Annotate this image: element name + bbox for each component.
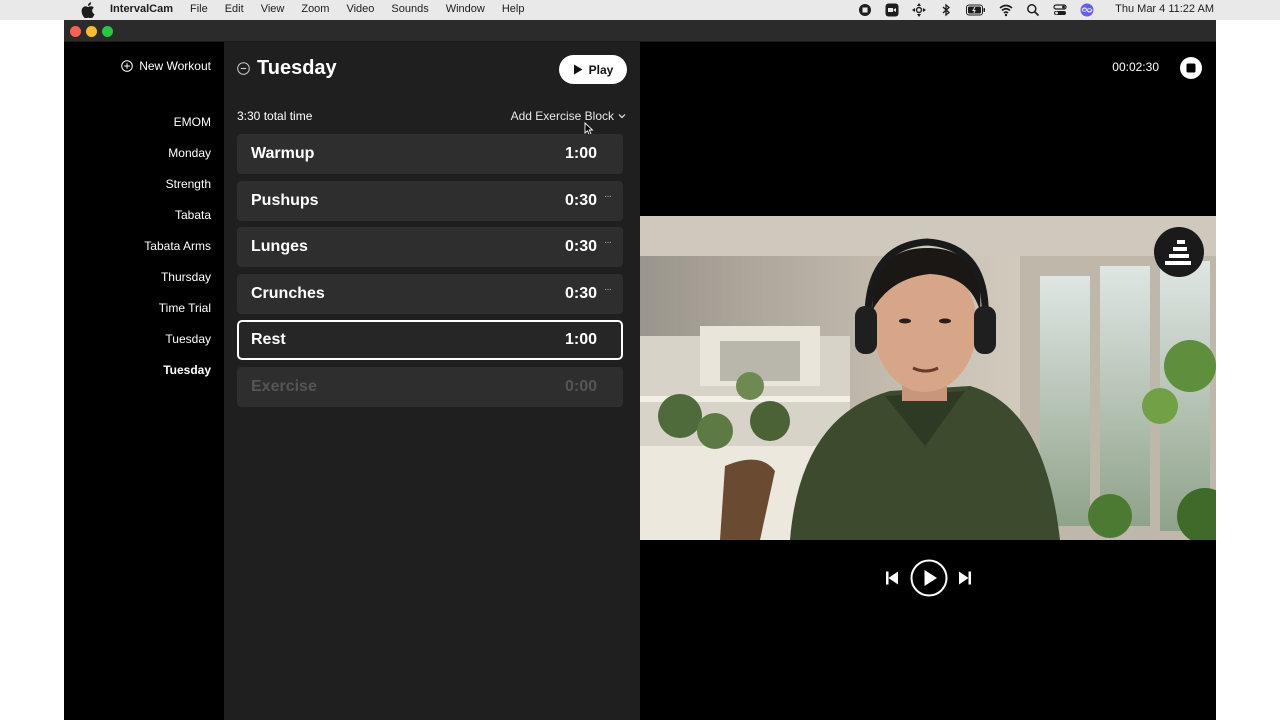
- menu-window[interactable]: Window: [446, 3, 485, 15]
- title-bar[interactable]: [64, 20, 1216, 42]
- editor-header: Tuesday: [237, 57, 337, 80]
- video-panel: 00:02:30: [640, 42, 1216, 720]
- exercise-block-lunges[interactable]: Lunges 0:30 ···: [237, 227, 623, 267]
- app-window: New Workout EMOM Monday Strength Tabata …: [64, 20, 1216, 720]
- block-name[interactable]: Warmup: [251, 145, 314, 163]
- sidebar-item-strength[interactable]: Strength: [144, 175, 211, 206]
- siri-icon[interactable]: [1080, 3, 1094, 17]
- stop-icon[interactable]: [1179, 56, 1203, 80]
- add-exercise-block-label: Add Exercise Block: [510, 109, 614, 123]
- play-icon: [573, 64, 583, 75]
- exercise-block-rest[interactable]: Rest 1:00: [237, 320, 623, 360]
- add-exercise-block-dropdown[interactable]: Add Exercise Block: [511, 109, 626, 123]
- more-options-icon[interactable]: ···: [604, 284, 612, 295]
- chevron-down-icon: [618, 114, 626, 119]
- sidebar-item-emom[interactable]: EMOM: [144, 113, 211, 144]
- playback-controls: [884, 559, 973, 597]
- menu-file[interactable]: File: [190, 3, 208, 15]
- skip-next-icon[interactable]: [957, 570, 973, 586]
- intervalcam-logo-icon: [1154, 227, 1204, 277]
- battery-icon[interactable]: [966, 3, 986, 17]
- block-name-placeholder[interactable]: Exercise: [251, 378, 317, 396]
- skip-previous-icon[interactable]: [884, 570, 900, 586]
- block-duration[interactable]: 0:30: [565, 285, 597, 303]
- block-duration-placeholder[interactable]: 0:00: [565, 378, 597, 396]
- sidebar-item-thursday[interactable]: Thursday: [144, 268, 211, 299]
- block-duration[interactable]: 1:00: [565, 145, 597, 163]
- camera-preview: [640, 216, 1216, 540]
- menu-sounds[interactable]: Sounds: [391, 3, 428, 15]
- sidebar-item-tabata[interactable]: Tabata: [144, 206, 211, 237]
- zoom-window-button[interactable]: [102, 26, 113, 37]
- block-name[interactable]: Lunges: [251, 238, 308, 256]
- exercise-block-warmup[interactable]: Warmup 1:00: [237, 134, 623, 174]
- sidebar-item-tabata-arms[interactable]: Tabata Arms: [144, 237, 211, 268]
- exercise-block-crunches[interactable]: Crunches 0:30 ···: [237, 273, 623, 314]
- bluetooth-icon[interactable]: [939, 3, 953, 17]
- total-time: 3:30 total time: [237, 109, 313, 123]
- block-name[interactable]: Rest: [251, 331, 286, 349]
- exercise-block-placeholder[interactable]: Exercise 0:00: [237, 366, 623, 407]
- minimize-window-button[interactable]: [86, 26, 97, 37]
- block-duration[interactable]: 0:30: [565, 238, 597, 256]
- webcam-video: [640, 216, 1216, 540]
- minus-circle-icon[interactable]: [237, 62, 250, 75]
- sidebar-item-time-trial[interactable]: Time Trial: [144, 299, 211, 330]
- new-workout-label: New Workout: [139, 59, 211, 73]
- wifi-icon[interactable]: [999, 3, 1013, 17]
- block-duration[interactable]: 0:30: [565, 192, 597, 210]
- exercise-block-pushups[interactable]: Pushups 0:30 ···: [237, 180, 623, 221]
- block-name[interactable]: Crunches: [251, 285, 325, 303]
- control-center-icon[interactable]: [1053, 3, 1067, 17]
- status-icons: [845, 2, 1094, 18]
- more-options-icon[interactable]: ···: [604, 237, 612, 248]
- apple-icon[interactable]: [81, 2, 95, 18]
- new-workout-button[interactable]: New Workout: [121, 59, 211, 73]
- menu-zoom[interactable]: Zoom: [301, 3, 329, 15]
- menu-app-name[interactable]: IntervalCam: [110, 3, 173, 15]
- elapsed-timer: 00:02:30: [1112, 60, 1159, 74]
- sidebar-item-tuesday-active[interactable]: Tuesday: [144, 361, 211, 392]
- spotlight-icon[interactable]: [1026, 3, 1040, 17]
- workout-title[interactable]: Tuesday: [257, 57, 337, 80]
- record-icon[interactable]: [858, 3, 872, 17]
- play-button-label: Play: [588, 62, 614, 77]
- menu-bar: IntervalCam File Edit View Zoom Video So…: [0, 0, 1280, 20]
- more-options-icon[interactable]: ···: [604, 191, 612, 202]
- menu-edit[interactable]: Edit: [225, 3, 244, 15]
- move-icon[interactable]: [912, 3, 926, 17]
- menu-video[interactable]: Video: [346, 3, 374, 15]
- close-window-button[interactable]: [70, 26, 81, 37]
- sidebar-item-monday[interactable]: Monday: [144, 144, 211, 175]
- menu-view[interactable]: View: [261, 3, 285, 15]
- workout-sidebar: New Workout EMOM Monday Strength Tabata …: [64, 42, 224, 720]
- menu-help[interactable]: Help: [502, 3, 525, 15]
- workout-editor: Tuesday Play 3:30 total time Add Exercis…: [224, 42, 640, 720]
- block-duration[interactable]: 1:00: [565, 331, 597, 349]
- camera-icon[interactable]: [885, 3, 899, 17]
- block-name[interactable]: Pushups: [251, 192, 319, 210]
- exercise-block-list: Warmup 1:00 Pushups 0:30 ··· Lunges 0:30…: [237, 134, 623, 413]
- play-circle-icon[interactable]: [910, 559, 948, 597]
- plus-circle-icon: [121, 60, 133, 72]
- menu-clock[interactable]: Thu Mar 4 11:22 AM: [1115, 3, 1214, 15]
- play-workout-button[interactable]: Play: [559, 55, 627, 84]
- sidebar-item-tuesday[interactable]: Tuesday: [144, 330, 211, 361]
- workout-list: EMOM Monday Strength Tabata Tabata Arms …: [144, 113, 211, 392]
